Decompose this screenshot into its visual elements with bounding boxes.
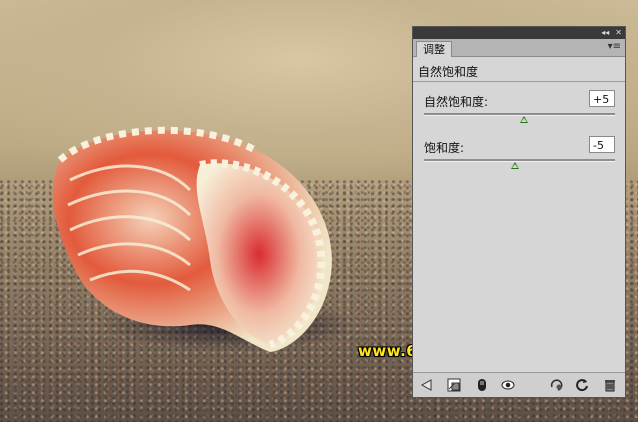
- mask-icon[interactable]: [475, 378, 489, 392]
- saturation-row: 饱和度: -5: [413, 128, 625, 174]
- adjustments-panel: ◂◂ ✕ 调整 ▾≡ 自然饱和度 自然饱和度: +5 饱和度: -5: [412, 26, 626, 398]
- seashell-image: [52, 126, 350, 352]
- collapse-panel-button[interactable]: ◂◂: [601, 27, 609, 39]
- saturation-input[interactable]: -5: [589, 136, 615, 153]
- panel-bottom-toolbar: [413, 372, 625, 397]
- tab-adjustments[interactable]: 调整: [416, 41, 452, 57]
- saturation-slider-thumb[interactable]: [510, 162, 519, 169]
- clip-layer-icon[interactable]: [447, 378, 461, 392]
- saturation-label: 饱和度:: [424, 141, 465, 155]
- panel-tabbar: 调整 ▾≡: [413, 39, 625, 57]
- saturation-slider-track[interactable]: [424, 159, 615, 162]
- trash-icon[interactable]: [603, 378, 617, 392]
- vibrance-label: 自然饱和度:: [424, 95, 489, 109]
- view-previous-icon[interactable]: [549, 378, 563, 392]
- reset-icon[interactable]: [575, 378, 589, 392]
- visibility-eye-icon[interactable]: [501, 378, 515, 392]
- panel-menu-icon[interactable]: ▾≡: [608, 41, 621, 52]
- back-arrow-icon[interactable]: [419, 378, 433, 392]
- vibrance-input[interactable]: +5: [589, 90, 615, 107]
- vibrance-row: 自然饱和度: +5: [413, 82, 625, 128]
- panel-titlebar: ◂◂ ✕: [413, 27, 625, 39]
- close-panel-button[interactable]: ✕: [615, 27, 622, 39]
- adjustment-title: 自然饱和度: [418, 65, 479, 79]
- vibrance-slider-thumb[interactable]: [520, 116, 529, 123]
